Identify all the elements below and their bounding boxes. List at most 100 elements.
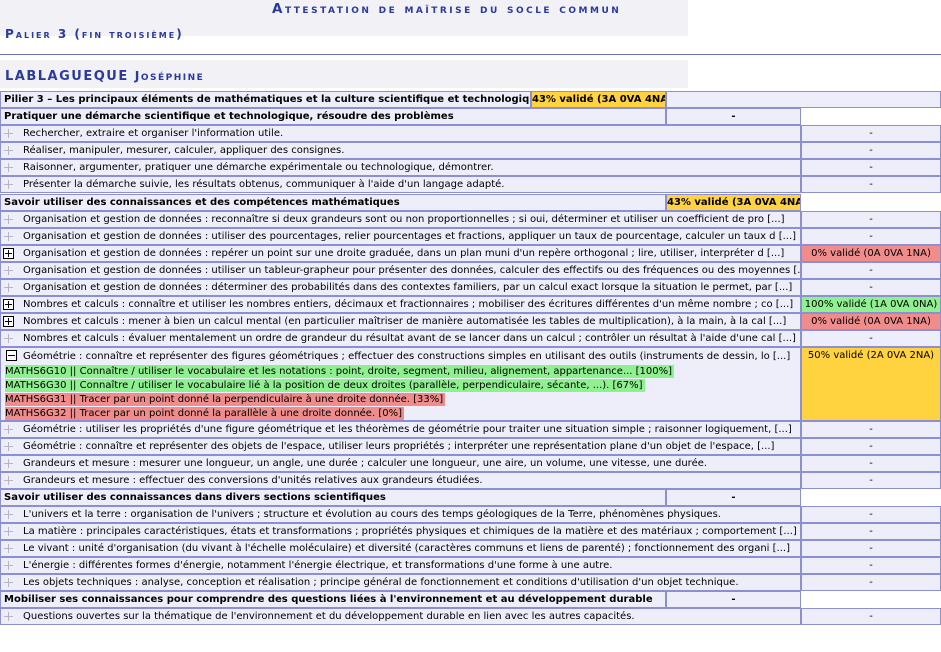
- detail-item: MATHS6G32 || Tracer par un point donné l…: [5, 407, 404, 420]
- competence-row[interactable]: Géométrie : connaître et représenter des…: [0, 438, 941, 455]
- pilier-row: Pilier 3 – Les principaux éléments de ma…: [0, 91, 941, 108]
- competence-status: -: [801, 125, 941, 142]
- expand-plus-icon[interactable]: [3, 231, 14, 242]
- competence-row[interactable]: Organisation et gestion de données : rep…: [0, 245, 941, 262]
- competence-row[interactable]: Nombres et calculs : évaluer mentalement…: [0, 330, 941, 347]
- competence-row[interactable]: Le vivant : unité d'organisation (du viv…: [0, 540, 941, 557]
- section-title: Savoir utiliser des connaissances dans d…: [0, 489, 666, 506]
- competence-label: Les objets techniques : analyse, concept…: [0, 574, 801, 591]
- competence-row[interactable]: Grandeurs et mesure : effectuer des conv…: [0, 472, 941, 489]
- competence-label: Organisation et gestion de données : uti…: [0, 228, 801, 245]
- section-status: -: [666, 489, 801, 506]
- expand-plus-icon[interactable]: [3, 577, 14, 588]
- detail-item: MATHS6G31 || Tracer par un point donné l…: [5, 393, 446, 406]
- competence-label: Géométrie : utiliser les propriétés d'un…: [0, 421, 801, 438]
- expand-plus-icon[interactable]: [3, 441, 14, 452]
- collapse-minus-icon[interactable]: [6, 350, 17, 361]
- competence-row[interactable]: Raisonner, argumenter, pratiquer une dém…: [0, 159, 941, 176]
- expand-plus-icon[interactable]: [3, 543, 14, 554]
- pilier-fill: [666, 91, 941, 108]
- student-last-name: LABLAGUEQUE: [5, 69, 129, 84]
- expand-plus-icon[interactable]: [3, 162, 14, 173]
- competence-label: Nombres et calculs : connaître et utilis…: [0, 296, 801, 313]
- pilier-status: 43% validé (3A 0VA 4NA): [531, 91, 666, 108]
- competence-status: -: [801, 262, 941, 279]
- expand-plus-icon[interactable]: [3, 128, 14, 139]
- competence-status: -: [801, 506, 941, 523]
- section-row: Savoir utiliser des connaissances dans d…: [0, 489, 941, 506]
- competence-label: L'univers et la terre : organisation de …: [0, 506, 801, 523]
- competence-row[interactable]: Organisation et gestion de données : uti…: [0, 228, 941, 245]
- competence-status: -: [801, 228, 941, 245]
- competence-status: 100% validé (1A 0VA 0NA): [801, 296, 941, 313]
- section-title: Pratiquer une démarche scientifique et t…: [0, 108, 666, 125]
- competence-label: Rechercher, extraire et organiser l'info…: [0, 125, 801, 142]
- competence-label: Nombres et calculs : mener à bien un cal…: [0, 313, 801, 330]
- competence-label: Le vivant : unité d'organisation (du viv…: [0, 540, 801, 557]
- competence-row[interactable]: Rechercher, extraire et organiser l'info…: [0, 125, 941, 142]
- competence-row[interactable]: Organisation et gestion de données : rec…: [0, 211, 941, 228]
- competence-status: -: [801, 159, 941, 176]
- competence-status: -: [801, 421, 941, 438]
- expand-plus-icon[interactable]: [3, 282, 14, 293]
- competence-row[interactable]: L'énergie : différentes formes d'énergie…: [0, 557, 941, 574]
- competence-row-expanded[interactable]: Géométrie : connaître et représenter des…: [0, 347, 801, 421]
- competence-row[interactable]: Questions ouvertes sur la thématique de …: [0, 608, 941, 625]
- expand-plus-icon[interactable]: [3, 214, 14, 225]
- competence-label: Organisation et gestion de données : dét…: [0, 279, 801, 296]
- competence-status: -: [801, 472, 941, 489]
- expand-plus-icon[interactable]: [3, 458, 14, 469]
- expand-plus-icon[interactable]: [3, 611, 14, 622]
- competence-row[interactable]: Nombres et calculs : connaître et utilis…: [0, 296, 941, 313]
- detail-item: MATHS6G30 || Connaître / utiliser le voc…: [5, 379, 645, 392]
- expand-plus-icon[interactable]: [3, 475, 14, 486]
- competence-row[interactable]: Géométrie : utiliser les propriétés d'un…: [0, 421, 941, 438]
- expand-plus-icon[interactable]: [3, 299, 14, 310]
- section-status: 43% validé (3A 0VA 4NA): [666, 194, 801, 211]
- pilier-label: Pilier 3 – Les principaux éléments de ma…: [0, 91, 531, 108]
- expand-plus-icon[interactable]: [3, 509, 14, 520]
- competence-label: Grandeurs et mesure : effectuer des conv…: [0, 472, 801, 489]
- competence-status: -: [801, 557, 941, 574]
- competence-status: -: [801, 608, 941, 625]
- competence-status: -: [801, 540, 941, 557]
- expand-plus-icon[interactable]: [3, 424, 14, 435]
- expand-plus-icon[interactable]: [3, 145, 14, 156]
- competence-status: -: [801, 176, 941, 193]
- competence-row[interactable]: L'univers et la terre : organisation de …: [0, 506, 941, 523]
- competence-status: 50% validé (2A 0VA 2NA): [801, 347, 941, 421]
- competence-status: 0% validé (0A 0VA 1NA): [801, 313, 941, 330]
- competence-status: -: [801, 455, 941, 472]
- competence-label: Organisation et gestion de données : uti…: [0, 262, 801, 279]
- expand-plus-icon[interactable]: [3, 560, 14, 571]
- competence-status: -: [801, 211, 941, 228]
- competence-status: -: [801, 330, 941, 347]
- competence-status: -: [801, 574, 941, 591]
- competence-row[interactable]: Présenter la démarche suivie, les résult…: [0, 176, 941, 193]
- competence-row[interactable]: Organisation et gestion de données : uti…: [0, 262, 941, 279]
- section-row: Mobiliser ses connaissances pour compren…: [0, 591, 941, 608]
- expand-plus-icon[interactable]: [3, 179, 14, 190]
- section-title: Savoir utiliser des connaissances et des…: [0, 194, 666, 211]
- competence-row[interactable]: Grandeurs et mesure : mesurer une longue…: [0, 455, 941, 472]
- competence-row[interactable]: Les objets techniques : analyse, concept…: [0, 574, 941, 591]
- competence-label: Réaliser, manipuler, mesurer, calculer, …: [0, 142, 801, 159]
- student-first-name: Joséphine: [134, 68, 205, 83]
- expand-plus-icon[interactable]: [3, 265, 14, 276]
- competence-row[interactable]: La matière : principales caractéristique…: [0, 523, 941, 540]
- competence-row[interactable]: Réaliser, manipuler, mesurer, calculer, …: [0, 142, 941, 159]
- section-status: -: [666, 108, 801, 125]
- expand-plus-icon[interactable]: [3, 316, 14, 327]
- competence-row[interactable]: Organisation et gestion de données : dét…: [0, 279, 941, 296]
- section-row: Savoir utiliser des connaissances et des…: [0, 194, 941, 211]
- competence-label: La matière : principales caractéristique…: [0, 523, 801, 540]
- competence-label: Questions ouvertes sur la thématique de …: [0, 608, 801, 625]
- expand-plus-icon[interactable]: [3, 333, 14, 344]
- competence-status: -: [801, 438, 941, 455]
- competence-label: Présenter la démarche suivie, les résult…: [0, 176, 801, 193]
- competence-label: L'énergie : différentes formes d'énergie…: [0, 557, 801, 574]
- student-name: LABLAGUEQUE Joséphine: [5, 68, 204, 84]
- competence-row[interactable]: Nombres et calculs : mener à bien un cal…: [0, 313, 941, 330]
- expand-plus-icon[interactable]: [3, 248, 14, 259]
- expand-plus-icon[interactable]: [3, 526, 14, 537]
